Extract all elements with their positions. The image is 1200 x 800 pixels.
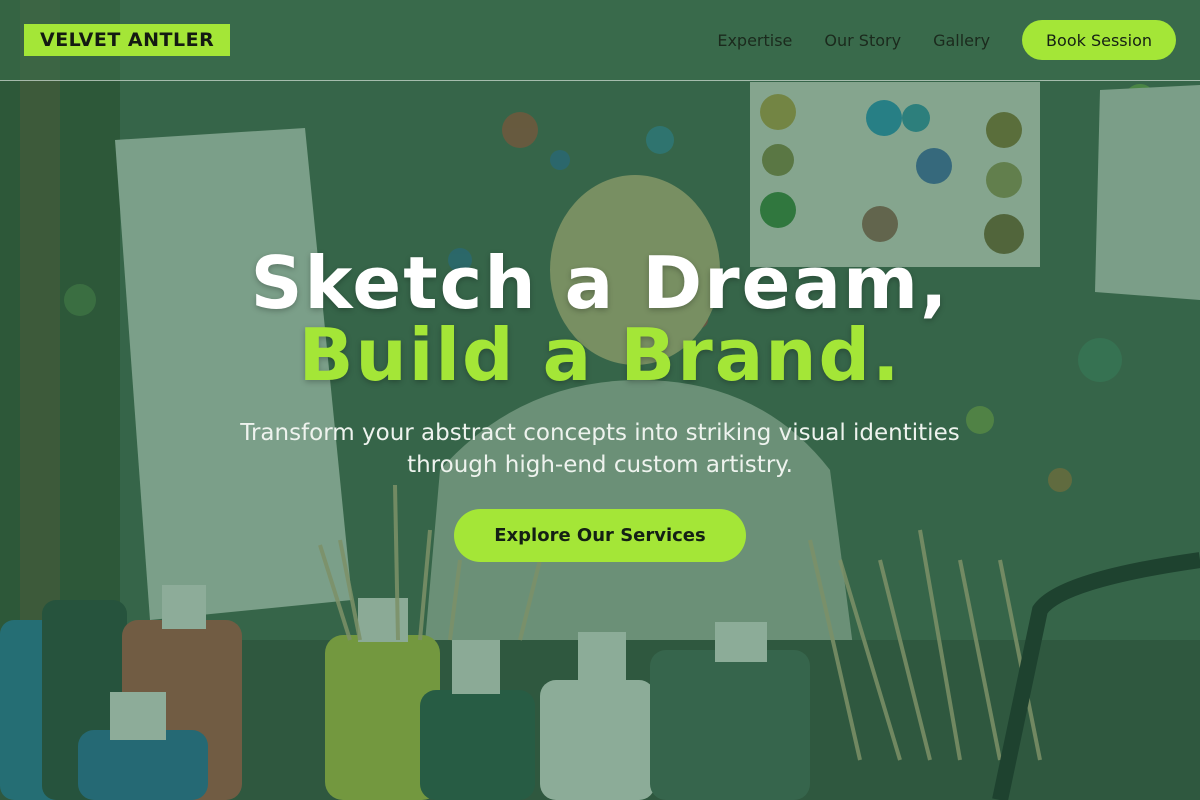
hero-headline: Sketch a Dream, Build a Brand. [0, 247, 1200, 391]
nav-link-expertise[interactable]: Expertise [717, 31, 792, 50]
headline-line-1: Sketch a Dream, [250, 241, 950, 325]
headline-line-2: Build a Brand. [298, 313, 902, 397]
nav-link-our-story[interactable]: Our Story [824, 31, 901, 50]
nav-link-gallery[interactable]: Gallery [933, 31, 990, 50]
hero-section: Sketch a Dream, Build a Brand. Transform… [0, 81, 1200, 800]
hero-subtitle: Transform your abstract concepts into st… [200, 417, 1000, 481]
subtitle-line-1: Transform your abstract concepts into st… [240, 420, 960, 446]
brand-logo[interactable]: VELVET ANTLER [24, 24, 231, 56]
main-nav: Expertise Our Story Gallery Book Session [717, 20, 1176, 60]
book-session-button[interactable]: Book Session [1022, 20, 1176, 60]
site-header: VELVET ANTLER Expertise Our Story Galler… [0, 0, 1200, 81]
subtitle-line-2: through high-end custom artistry. [407, 452, 793, 478]
explore-services-button[interactable]: Explore Our Services [454, 509, 746, 562]
